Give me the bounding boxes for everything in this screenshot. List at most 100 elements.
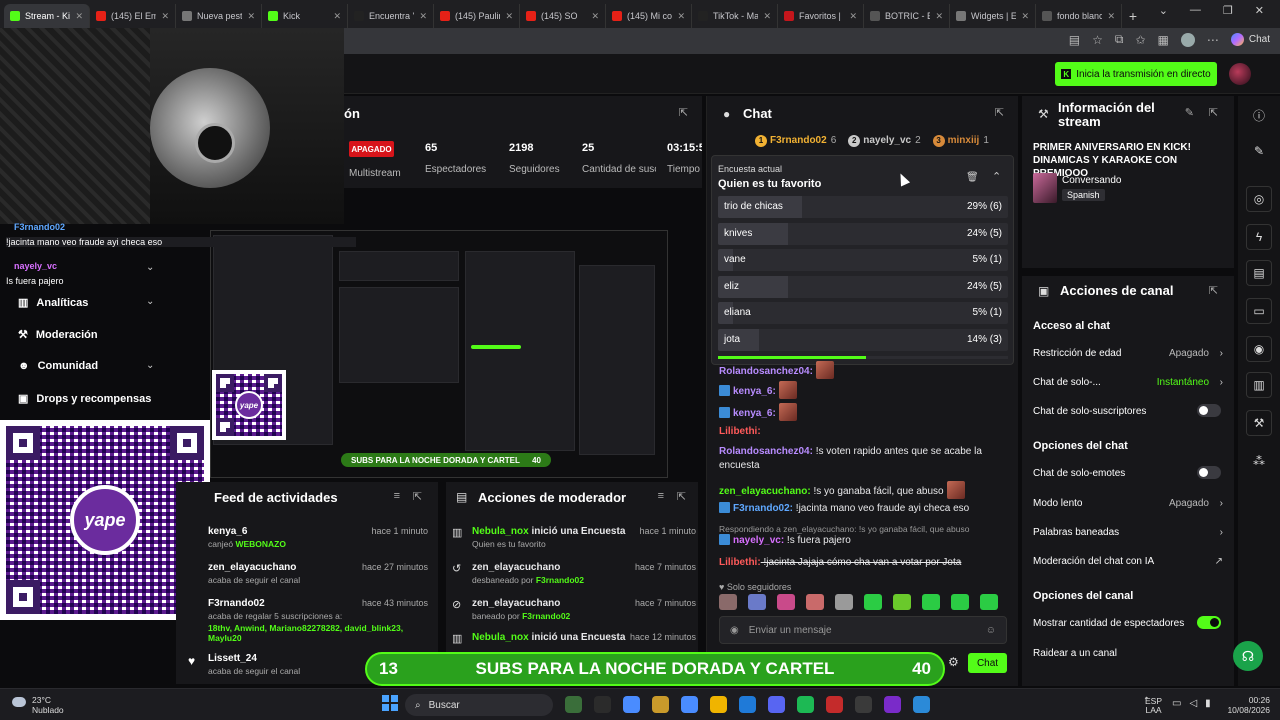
chat-icon[interactable]: ▭ [1246,298,1272,324]
emote-button[interactable] [864,594,882,610]
chevron-down-icon[interactable]: ⌄ [146,262,154,273]
close-tab-icon[interactable]: ✕ [935,11,943,22]
close-tab-icon[interactable]: ✕ [763,11,771,22]
battery-icon[interactable]: ▮ [1205,698,1211,709]
tab-search-icon[interactable]: ⌄ [1159,4,1168,17]
close-tab-icon[interactable]: ✕ [505,11,513,22]
info-icon[interactable]: ⓘ [1246,102,1272,128]
filter-icon[interactable]: ≡ [394,490,400,502]
emoji-icon[interactable]: ☺ [986,625,996,636]
store-app-icon[interactable] [623,696,640,713]
nav-comunidad[interactable]: ☻ Comunidad [18,360,98,372]
close-tab-icon[interactable]: ✕ [1107,11,1115,22]
start-icon[interactable] [382,695,398,711]
stream-preview[interactable]: SUBS PARA LA NOCHE DORADA Y CARTEL 40 [210,230,668,478]
emote-button[interactable] [951,594,969,610]
extensions-icon[interactable]: ⧉ [1115,32,1124,47]
ai-moderation-row[interactable]: Moderación del chat con IA ↗ [1033,556,1225,567]
chat-message-input[interactable]: ◉ Enviar un mensaje ☺ [719,616,1007,644]
kick-app-icon[interactable] [826,696,843,713]
popout-icon[interactable]: ⇱ [413,490,422,503]
nav-drops[interactable]: ▣ Drops y recompensas [18,392,151,406]
emote-button[interactable] [748,594,766,610]
discord-app-icon[interactable] [768,696,785,713]
user-avatar[interactable] [1229,63,1251,85]
streamlabs-app-icon[interactable] [913,696,930,713]
slow-mode-row[interactable]: Modo lento Apagado › [1033,498,1225,509]
browser-tab[interactable]: (145) Paulina✕ [434,4,520,28]
profile-avatar[interactable] [1180,32,1195,47]
chrome-app-icon[interactable] [884,696,901,713]
support-button[interactable]: ☊ [1233,641,1263,671]
top-gifter[interactable]: 1 F3rnando02 6 [755,135,836,147]
copilot-app-icon[interactable] [681,696,698,713]
chevron-down-icon[interactable]: ⌄ [146,296,154,307]
emote-button[interactable] [806,594,824,610]
lightning-icon[interactable]: ϟ [1246,224,1272,250]
favorites-icon[interactable]: ✩ [1135,33,1145,47]
popout-icon[interactable]: ⇱ [1209,106,1218,119]
terminal-app-icon[interactable] [594,696,611,713]
browser-tab[interactable]: Widgets | El ✕ [950,4,1036,28]
copilot-chat-button[interactable]: Chat [1230,33,1270,46]
send-chat-button[interactable]: Chat [968,653,1007,673]
gear-icon[interactable]: ⚙ [948,655,959,669]
top-gifter[interactable]: 3 minxiij 1 [932,135,989,147]
emote-button[interactable] [893,594,911,610]
office-app-icon[interactable] [652,696,669,713]
close-tab-icon[interactable]: ✕ [419,11,427,22]
edge-app-icon[interactable] [739,696,756,713]
browser-tab[interactable]: (145) El Emb✕ [90,4,176,28]
top-gifter[interactable]: 2 nayely_vc 2 [848,135,921,147]
solo-chat-row[interactable]: Chat de solo-... Instantáneo › [1033,377,1225,388]
close-tab-icon[interactable]: ✕ [591,11,599,22]
maximize-icon[interactable]: ❐ [1223,4,1233,17]
obs-app-icon[interactable] [855,696,872,713]
chevron-down-icon[interactable]: ⌄ [146,360,154,371]
weather-widget[interactable]: 23°C Nublado [12,695,64,715]
collections-icon[interactable]: ▦ [1158,33,1169,47]
close-tab-icon[interactable]: ✕ [849,11,857,22]
browser-tab[interactable]: BOTRIC - Bús✕ [864,4,950,28]
browser-tab[interactable]: Encuentra 'C✕ [348,4,434,28]
chevron-up-icon[interactable]: ⌃ [992,170,1001,183]
browser-tab[interactable]: Kick ✕ [262,4,348,28]
apps-icon[interactable]: ⁂ [1246,448,1272,474]
edit-icon[interactable]: ✎ [1185,106,1194,119]
browser-tab[interactable]: Stream - Kick✕ [4,4,90,28]
spotify-app-icon[interactable] [797,696,814,713]
close-tab-icon[interactable]: ✕ [1021,11,1029,22]
clock[interactable]: 00:26 10/08/2026 [1227,695,1270,715]
raid-row[interactable]: Raidear a un canal [1033,648,1225,659]
favorite-star-icon[interactable]: ☆ [1092,33,1103,47]
browser-tab[interactable]: TikTok - Mak✕ [692,4,778,28]
emote-button[interactable] [980,594,998,610]
popout-icon[interactable]: ⇱ [1209,284,1218,297]
banned-words-row[interactable]: Palabras baneadas › [1033,527,1225,538]
go-live-button[interactable]: K Inicia la transmisión en directo [1055,62,1217,86]
browser-tab[interactable]: Favoritos | M✕ [778,4,864,28]
camera-icon[interactable]: ◎ [1246,186,1272,212]
nav-analiticas[interactable]: ▥ Analíticas [18,296,88,310]
show-viewers-toggle[interactable] [1197,616,1221,629]
age-restriction-row[interactable]: Restricción de edad Apagado › [1033,348,1225,359]
popout-icon[interactable]: ⇱ [677,490,686,503]
wrench-icon[interactable]: ⚒ [1246,410,1272,436]
language-indicator[interactable]: ESP LAA [1145,697,1162,715]
minimize-icon[interactable]: — [1190,4,1201,17]
emote-button[interactable] [922,594,940,610]
monitor-icon[interactable]: ▭ [1172,698,1181,709]
browser-tab[interactable]: Nueva pestañ✕ [176,4,262,28]
copilot-app-icon[interactable] [565,696,582,713]
more-icon[interactable]: ⋯ [1207,33,1219,47]
browser-tab[interactable]: (145) Mi cor ✕ [606,4,692,28]
nav-moderacion[interactable]: ⚒ Moderación [18,328,98,342]
new-tab-button[interactable]: + [1122,4,1144,28]
subs-only-toggle[interactable] [1197,404,1221,417]
emote-button[interactable] [719,594,737,610]
document-icon[interactable]: ▤ [1246,260,1272,286]
volume-icon[interactable]: ◁ [1189,698,1197,709]
close-tab-icon[interactable]: ✕ [75,11,83,22]
popout-icon[interactable]: ⇱ [679,106,688,119]
emote-button[interactable] [777,594,795,610]
